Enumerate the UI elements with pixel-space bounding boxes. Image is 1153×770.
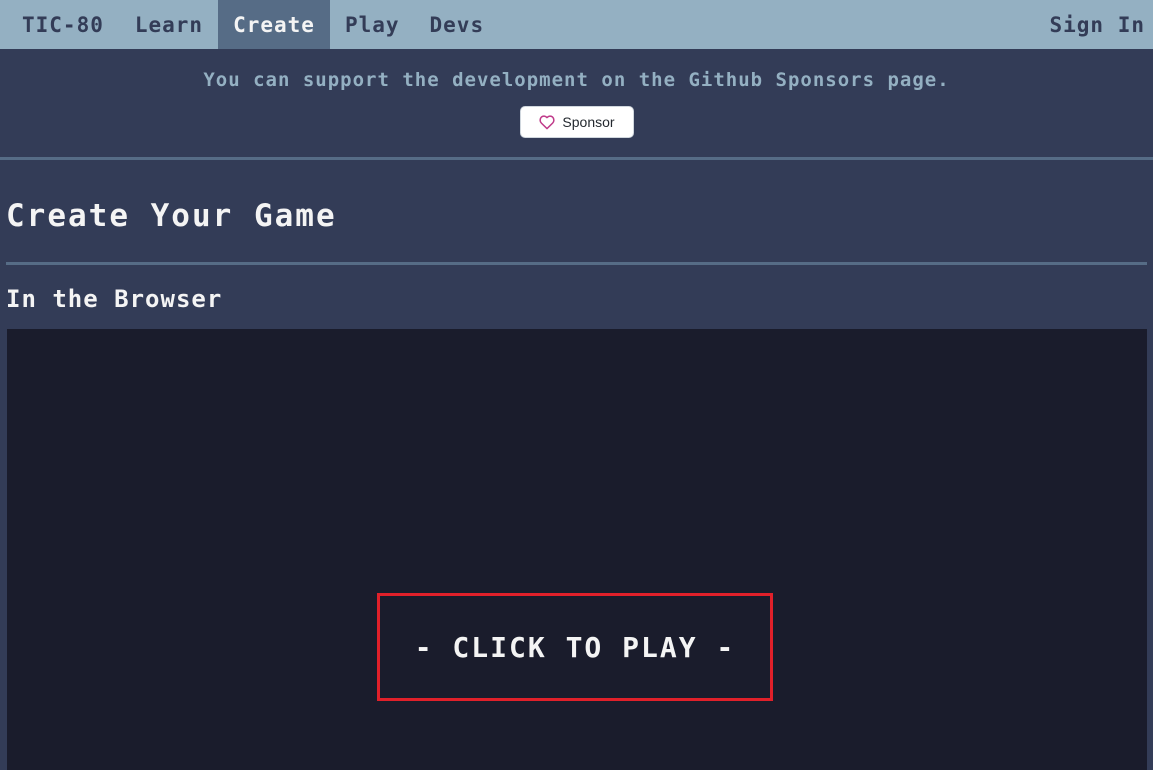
section-title: In the Browser xyxy=(6,285,223,313)
click-to-play-button[interactable]: - CLICK TO PLAY - xyxy=(377,593,773,701)
heart-icon xyxy=(539,114,556,130)
sponsor-banner: You can support the development on the G… xyxy=(0,49,1153,158)
nav-item-devs[interactable]: Devs xyxy=(415,0,500,49)
sponsor-button-label: Sponsor xyxy=(562,114,615,130)
sponsor-message: You can support the development on the G… xyxy=(203,69,950,91)
game-player-canvas[interactable]: - CLICK TO PLAY - xyxy=(7,329,1147,770)
sign-in-link[interactable]: Sign In xyxy=(1034,0,1153,49)
top-divider xyxy=(0,157,1153,160)
title-divider xyxy=(6,262,1147,265)
nav-item-play[interactable]: Play xyxy=(330,0,415,49)
nav-item-learn[interactable]: Learn xyxy=(120,0,218,49)
brand-link[interactable]: TIC-80 xyxy=(0,0,120,49)
sponsor-button[interactable]: Sponsor xyxy=(520,106,634,138)
page-title: Create Your Game xyxy=(6,198,337,234)
nav-item-create[interactable]: Create xyxy=(218,0,330,49)
top-navbar: TIC-80 Learn Create Play Devs Sign In xyxy=(0,0,1153,49)
